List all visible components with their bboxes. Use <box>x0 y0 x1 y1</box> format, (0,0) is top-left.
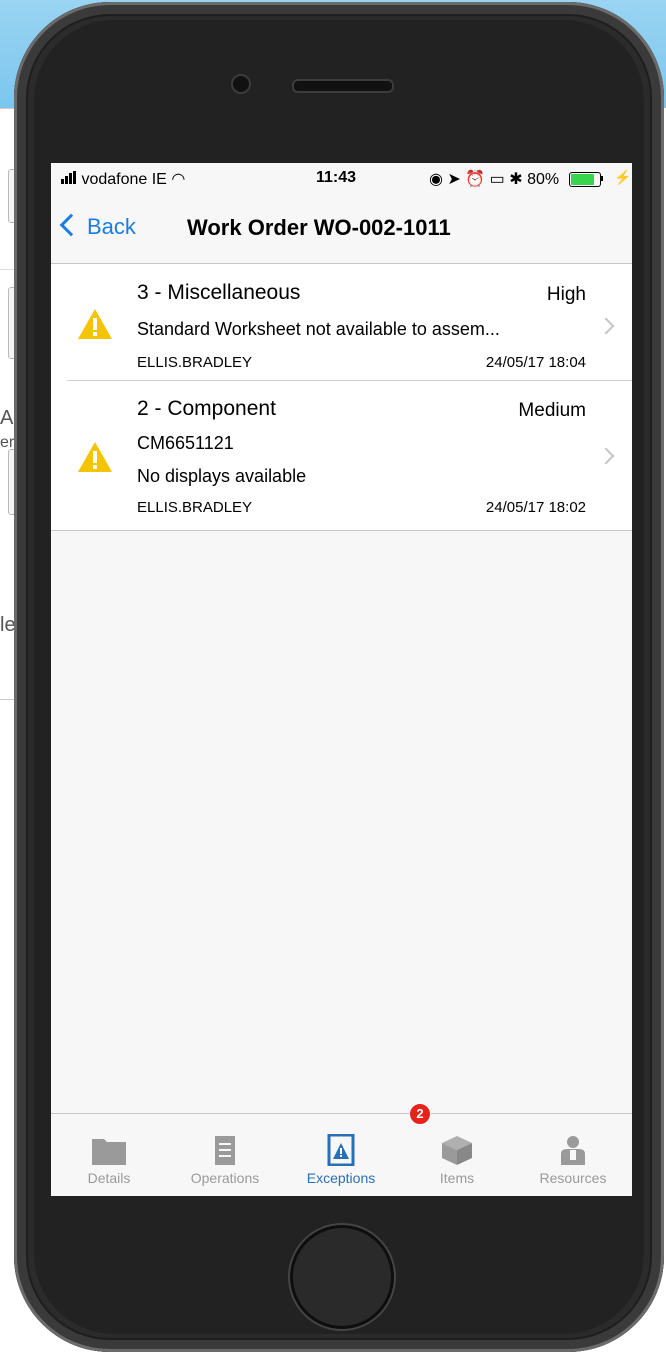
exception-code: CM6651121 <box>137 433 234 453</box>
exception-user: ELLIS.BRADLEY <box>137 499 253 516</box>
speaker-grille <box>292 79 394 93</box>
status-bar: vodafone IE ◠ 11:43 ◉ ➤ ⏰ ▭ ✱ 80% ⚡ <box>51 163 632 193</box>
battery-percent: 80% <box>527 171 560 188</box>
tab-label: Operations <box>190 1170 260 1186</box>
exception-priority: High <box>546 284 586 305</box>
exception-row[interactable]: 3 - Miscellaneous High Standard Workshee… <box>51 264 632 381</box>
wifi-icon: ◠ <box>171 171 186 188</box>
exception-user: ELLIS.BRADLEY <box>137 354 253 371</box>
camera-icon <box>231 74 251 94</box>
tab-bar: Details Operations Exceptions Items Reso… <box>51 1103 632 1196</box>
tab-label: Resources <box>539 1170 607 1186</box>
exception-row[interactable]: 2 - Component Medium CM6651121 No displa… <box>51 381 632 530</box>
bluetooth-icon: ✱ <box>509 171 523 188</box>
back-button[interactable]: Back <box>59 213 136 240</box>
battery-tip <box>601 176 603 181</box>
orientation-lock-icon: ◉ <box>429 171 443 188</box>
exception-timestamp: 24/05/17 18:02 <box>485 499 586 516</box>
chevron-right-icon <box>597 447 615 465</box>
tab-label: Exceptions <box>306 1170 376 1186</box>
page-title: Work Order WO-002-1011 <box>187 215 451 240</box>
list-icon <box>215 1136 235 1165</box>
tab-items[interactable]: Items <box>399 1114 515 1196</box>
nav-bar: Back Work Order WO-002-1011 <box>51 193 632 264</box>
status-icons: ◉ ➤ ⏰ ▭ ✱ 80% <box>429 169 559 189</box>
location-icon: ➤ <box>447 171 461 188</box>
exception-timestamp: 24/05/17 18:04 <box>485 354 586 371</box>
exception-list: 3 - Miscellaneous High Standard Workshee… <box>51 264 632 531</box>
person-icon <box>561 1136 585 1165</box>
tab-label: Items <box>439 1170 475 1186</box>
battery-icon <box>569 172 601 187</box>
exception-priority: Medium <box>518 400 586 421</box>
folder-icon <box>92 1139 126 1165</box>
carrier-name: vodafone IE <box>81 171 167 188</box>
tab-operations[interactable]: Operations <box>167 1114 283 1196</box>
box-icon <box>442 1136 472 1165</box>
warning-icon <box>78 309 112 339</box>
charging-icon: ⚡ <box>614 169 632 185</box>
carrier: vodafone IE ◠ <box>61 169 185 189</box>
warning-icon <box>78 442 112 472</box>
tab-details[interactable]: Details <box>51 1114 167 1196</box>
airplay-icon: ▭ <box>489 171 505 188</box>
back-label: Back <box>87 214 136 239</box>
exceptions-count-badge: 2 <box>409 1103 431 1125</box>
app-screen: vodafone IE ◠ 11:43 ◉ ➤ ⏰ ▭ ✱ 80% ⚡ Back… <box>51 163 632 1196</box>
tab-resources[interactable]: Resources <box>515 1114 631 1196</box>
exception-title: 3 - Miscellaneous <box>137 281 301 304</box>
tab-label: Details <box>87 1170 131 1186</box>
exception-title: 2 - Component <box>137 397 276 420</box>
exception-description: Standard Worksheet not available to asse… <box>137 319 500 339</box>
chevron-right-icon <box>597 317 615 335</box>
status-time: 11:43 <box>316 169 357 186</box>
exception-description: No displays available <box>137 466 307 486</box>
background-text: A <box>0 407 14 429</box>
tab-exceptions[interactable]: Exceptions <box>283 1114 399 1196</box>
exception-icon <box>327 1134 355 1166</box>
alarm-icon: ⏰ <box>465 171 486 188</box>
home-button[interactable] <box>290 1225 394 1329</box>
signal-icon <box>61 171 77 189</box>
chevron-left-icon <box>59 213 83 237</box>
